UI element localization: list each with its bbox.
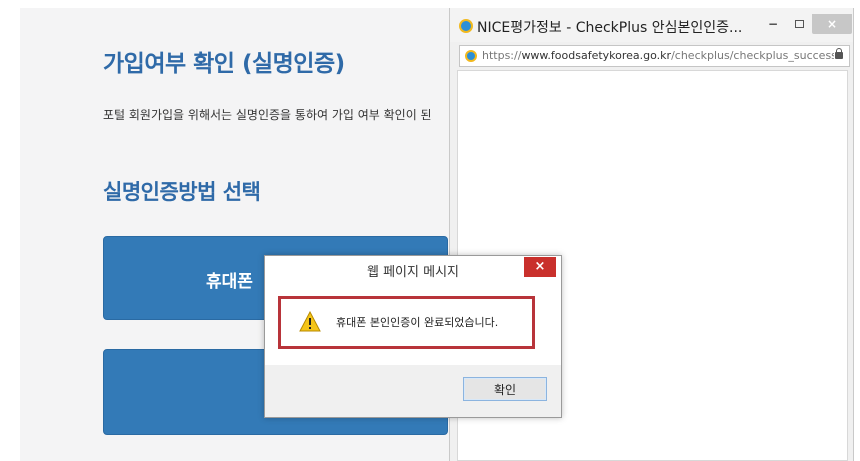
address-url: https://www.foodsafetykorea.go.kr/checkp… xyxy=(482,49,834,62)
address-bar[interactable]: https://www.foodsafetykorea.go.kr/checkp… xyxy=(459,45,850,67)
minimize-button[interactable]: − xyxy=(762,14,784,34)
ie-page-icon xyxy=(465,50,477,62)
popup-titlebar[interactable]: NICE평가정보 - CheckPlus 안심본인인증... − × xyxy=(450,8,853,42)
dialog-titlebar[interactable]: 웹 페이지 메시지 × xyxy=(265,256,561,284)
section-title: 실명인증방법 선택 xyxy=(103,180,261,204)
maximize-button[interactable] xyxy=(788,14,810,34)
page-description: 포털 회원가입을 위해서는 실명인증을 통하여 가입 여부 확인이 된 xyxy=(103,108,432,122)
alert-dialog: 웹 페이지 메시지 × 휴대폰 본인인증이 완료되었습니다. 확인 xyxy=(264,255,562,418)
popup-title: NICE평가정보 - CheckPlus 안심본인인증... xyxy=(477,20,743,36)
lock-icon[interactable] xyxy=(835,48,843,59)
highlight-box: 휴대폰 본인인증이 완료되었습니다. xyxy=(278,296,535,349)
popup-close-button[interactable]: × xyxy=(812,14,852,34)
dialog-message: 휴대폰 본인인증이 완료되었습니다. xyxy=(336,316,499,329)
maximize-icon xyxy=(794,20,804,28)
dialog-title: 웹 페이지 메시지 xyxy=(367,265,459,280)
phone-auth-label: 휴대폰 xyxy=(206,272,253,292)
dialog-close-button[interactable]: × xyxy=(524,257,556,277)
warning-icon xyxy=(299,311,321,332)
ok-button[interactable]: 확인 xyxy=(463,377,547,401)
dialog-body: 휴대폰 본인인증이 완료되었습니다. xyxy=(265,284,561,365)
ie-icon xyxy=(459,19,473,33)
page-title: 가입여부 확인 (실명인증) xyxy=(103,51,345,77)
